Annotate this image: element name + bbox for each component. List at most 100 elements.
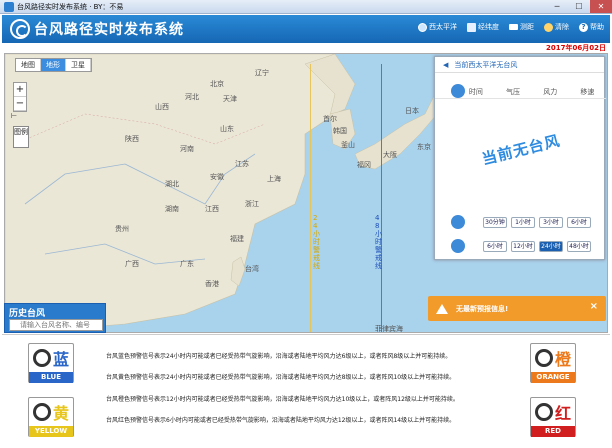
history-title: 历史台风 <box>9 309 46 319</box>
typhoon-signal-icon <box>32 403 51 421</box>
menu-item-clear[interactable]: 清除 <box>544 22 569 32</box>
tab-map[interactable]: 地图 <box>16 59 41 71</box>
history-search-input[interactable] <box>9 319 103 331</box>
grid-icon <box>467 22 476 32</box>
back-arrow-icon[interactable]: ◀ <box>443 61 448 69</box>
typhoon-logo-icon <box>10 19 30 39</box>
map-label: 北京 <box>210 80 224 88</box>
typhoon-signal-icon <box>534 403 553 421</box>
warning-icon <box>436 303 448 314</box>
globe-icon <box>418 22 427 32</box>
map-label: 首尔 <box>323 115 337 123</box>
btn-12h-forecast[interactable]: 12小时 <box>511 241 535 252</box>
map-label: 浙江 <box>245 200 259 208</box>
signal-badge-yellow: 黄 YELLOW <box>28 397 74 437</box>
forecast-toast: 无最新预报信息! × <box>428 296 606 321</box>
btn-30min[interactable]: 30分钟 <box>483 217 507 228</box>
panel-title: 当前西太平洋无台风 <box>454 60 518 69</box>
map-label: 上海 <box>267 175 281 183</box>
btn-24h-forecast[interactable]: 24小时 <box>539 241 563 252</box>
map-label: 河南 <box>180 145 194 153</box>
map-label: 韩国 <box>333 127 347 135</box>
col-speed: 移速 <box>580 88 595 96</box>
rain-icon <box>451 215 465 229</box>
map-label: 山东 <box>220 125 234 133</box>
rain-time-buttons: 30分钟 1小时 3小时 6小时 <box>483 217 591 228</box>
signal-badge-red: 红 RED <box>530 397 576 437</box>
tab-satellite[interactable]: 卫星 <box>66 59 91 71</box>
toast-close-button[interactable]: × <box>590 301 598 312</box>
maximize-button[interactable]: ☐ <box>568 0 590 13</box>
scale-icon: ⊢ <box>11 112 18 120</box>
map-label: 东京 <box>417 143 431 151</box>
map-label: 天津 <box>223 95 237 103</box>
forecast-time-buttons: 6小时 12小时 24小时 48小时 <box>483 241 591 252</box>
map-label: 香港 <box>205 280 219 288</box>
wind-icon <box>451 239 465 253</box>
help-icon: ? <box>579 22 588 32</box>
signal-desc-yellow: 台风黄色预警信号表示24小时内可能或者已经受热带气旋影响，沿海或者陆地平均风力达… <box>106 374 456 381</box>
map-label: 广西 <box>125 260 139 268</box>
menu-item-measure[interactable]: 测距 <box>509 22 534 32</box>
btn-3h[interactable]: 3小时 <box>539 217 563 228</box>
col-wind: 风力 <box>543 88 558 96</box>
map-label: 贵州 <box>115 225 129 233</box>
app-title: 台风路径实时发布系统 <box>34 21 184 37</box>
signal-desc-red: 台风红色预警信号表示6小时内可能或者已经受热带气旋影响，沿海或者陆地平均风力达1… <box>106 417 456 424</box>
typhoon-signal-icon <box>534 349 553 367</box>
history-typhoon-box: 历史台风 <box>4 303 106 333</box>
map-label: 辽宁 <box>255 69 269 77</box>
map-label: 广东 <box>180 260 194 268</box>
ruler-icon <box>509 24 518 30</box>
warning-signal-section: 蓝 BLUE 黄 YELLOW 橙 ORANGE 红 RED 台风蓝色预警信号表… <box>2 334 610 448</box>
date-bar: 2017年06月02日 <box>2 43 610 52</box>
map-label: 安徽 <box>210 173 224 181</box>
menu-item-help[interactable]: ? 帮助 <box>579 22 604 32</box>
warning-line-24h-label: 24小时警戒线 <box>313 214 320 270</box>
panel-header: ◀ 当前西太平洋无台风 <box>435 57 604 73</box>
btn-6h-forecast[interactable]: 6小时 <box>483 241 507 252</box>
warning-line-48h <box>381 64 382 332</box>
map-label: 台湾 <box>245 265 259 273</box>
window-controls: ─ ☐ ✕ <box>546 0 612 13</box>
map-label: 湖北 <box>165 180 179 188</box>
menu-item-pacific[interactable]: 西太平洋 <box>418 22 457 32</box>
map-label: 菲律宾海 <box>375 325 403 333</box>
menu-item-latlon[interactable]: 经纬度 <box>467 22 499 32</box>
zoom-in-button[interactable]: + <box>14 83 26 97</box>
map-label: 福建 <box>230 235 244 243</box>
zoom-control: + − <box>13 82 27 112</box>
tab-terrain[interactable]: 地形 <box>41 59 66 71</box>
col-time: 时间 <box>468 88 483 96</box>
window-title: 台风路径实时发布系统 · BY：不易 <box>17 2 124 11</box>
btn-1h[interactable]: 1小时 <box>511 217 535 228</box>
map-label: 湖南 <box>165 205 179 213</box>
map-label: 陕西 <box>125 135 139 143</box>
minimize-button[interactable]: ─ <box>546 0 568 13</box>
map-label: 大阪 <box>383 151 397 159</box>
broom-icon <box>544 22 553 32</box>
signal-desc-blue: 台风蓝色预警信号表示24小时内可能或者已经受热带气旋影响，沿海或者陆地平均风力达… <box>106 353 452 360</box>
map-label: 山西 <box>155 103 169 111</box>
map-label: 釜山 <box>341 141 355 149</box>
app-icon <box>4 1 14 12</box>
map-label: 福冈 <box>357 161 371 169</box>
zoom-out-button[interactable]: − <box>14 97 26 111</box>
close-button[interactable]: ✕ <box>590 0 612 13</box>
signal-desc-orange: 台风橙色预警信号表示12小时内可能或者已经受热带气旋影响，沿海或者陆地平均风力达… <box>106 396 459 403</box>
map-label: 河北 <box>185 93 199 101</box>
top-menu: 西太平洋 经纬度 测距 清除 ? 帮助 <box>418 22 604 32</box>
map-label: 江苏 <box>235 160 249 168</box>
btn-48h-forecast[interactable]: 48小时 <box>567 241 591 252</box>
map-label: 日本 <box>405 107 419 115</box>
legend-button[interactable]: 图例 <box>13 126 29 148</box>
no-typhoon-stamp: 当前无台风 <box>480 131 563 169</box>
current-date: 2017年06月02日 <box>546 44 606 52</box>
col-pressure: 气压 <box>506 88 521 96</box>
toast-message: 无最新预报信息! <box>456 304 509 313</box>
window-titlebar: 台风路径实时发布系统 · BY：不易 ─ ☐ ✕ <box>0 0 612 14</box>
map-label: 江西 <box>205 205 219 213</box>
signal-badge-orange: 橙 ORANGE <box>530 343 576 383</box>
typhoon-info-panel: ◀ 当前西太平洋无台风 时间 气压 风力 移速 当前无台风 30分钟 1小时 3… <box>434 56 606 260</box>
btn-6h[interactable]: 6小时 <box>567 217 591 228</box>
